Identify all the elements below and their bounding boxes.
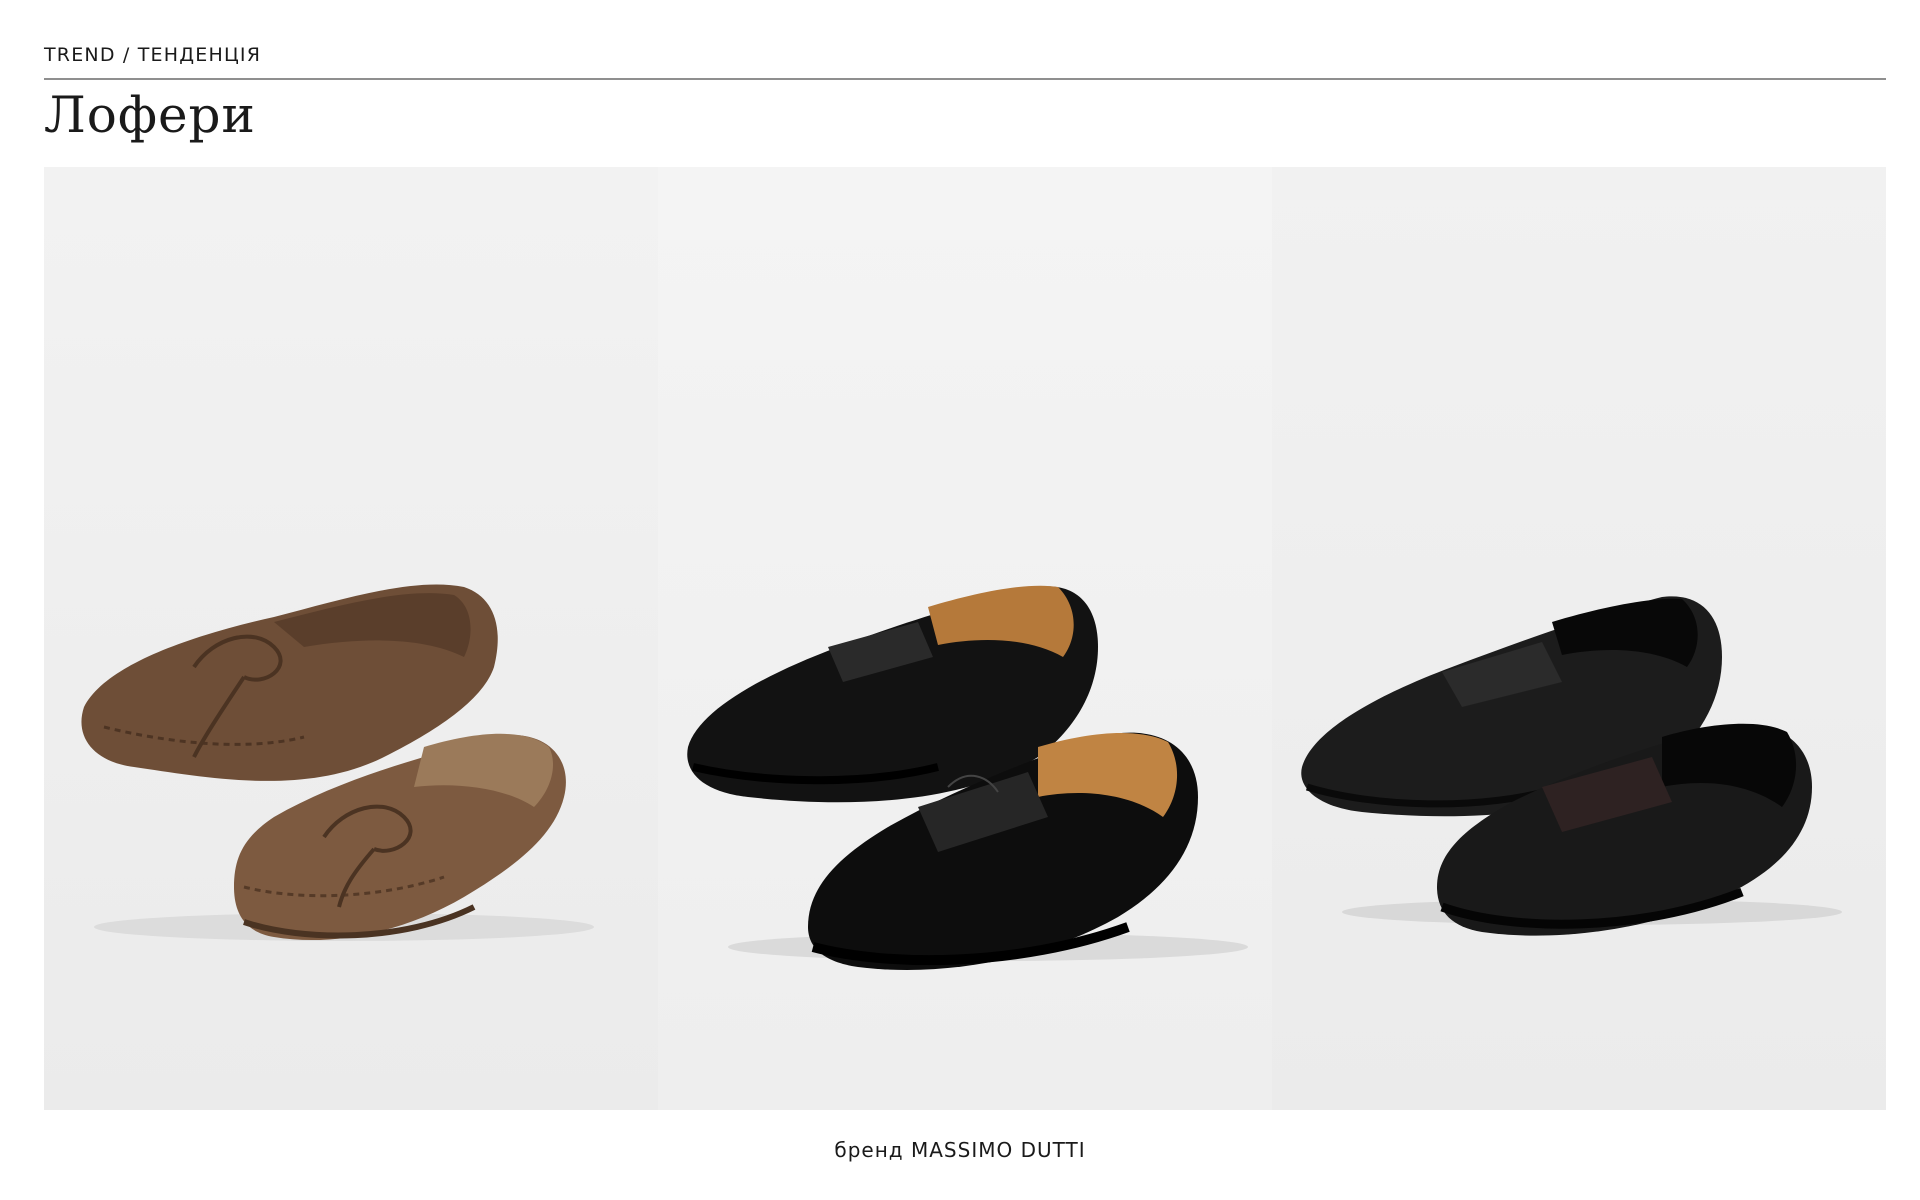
product-image-patent-penny-loafers (658, 167, 1272, 1110)
penny-loafer-icon (687, 585, 1248, 970)
brand-caption: бренд MASSIMO DUTTI (834, 1138, 1086, 1162)
product-image-grained-penny-loafers (1272, 167, 1886, 1110)
page-title: Лофери (44, 86, 256, 144)
penny-loafer-icon (1301, 596, 1842, 936)
product-gallery (44, 167, 1886, 1110)
product-image-suede-moccasins (44, 167, 658, 1110)
section-eyebrow: TREND / ТЕНДЕНЦІЯ (44, 44, 262, 66)
suede-moccasin-icon (81, 584, 594, 941)
header-divider (44, 78, 1886, 80)
